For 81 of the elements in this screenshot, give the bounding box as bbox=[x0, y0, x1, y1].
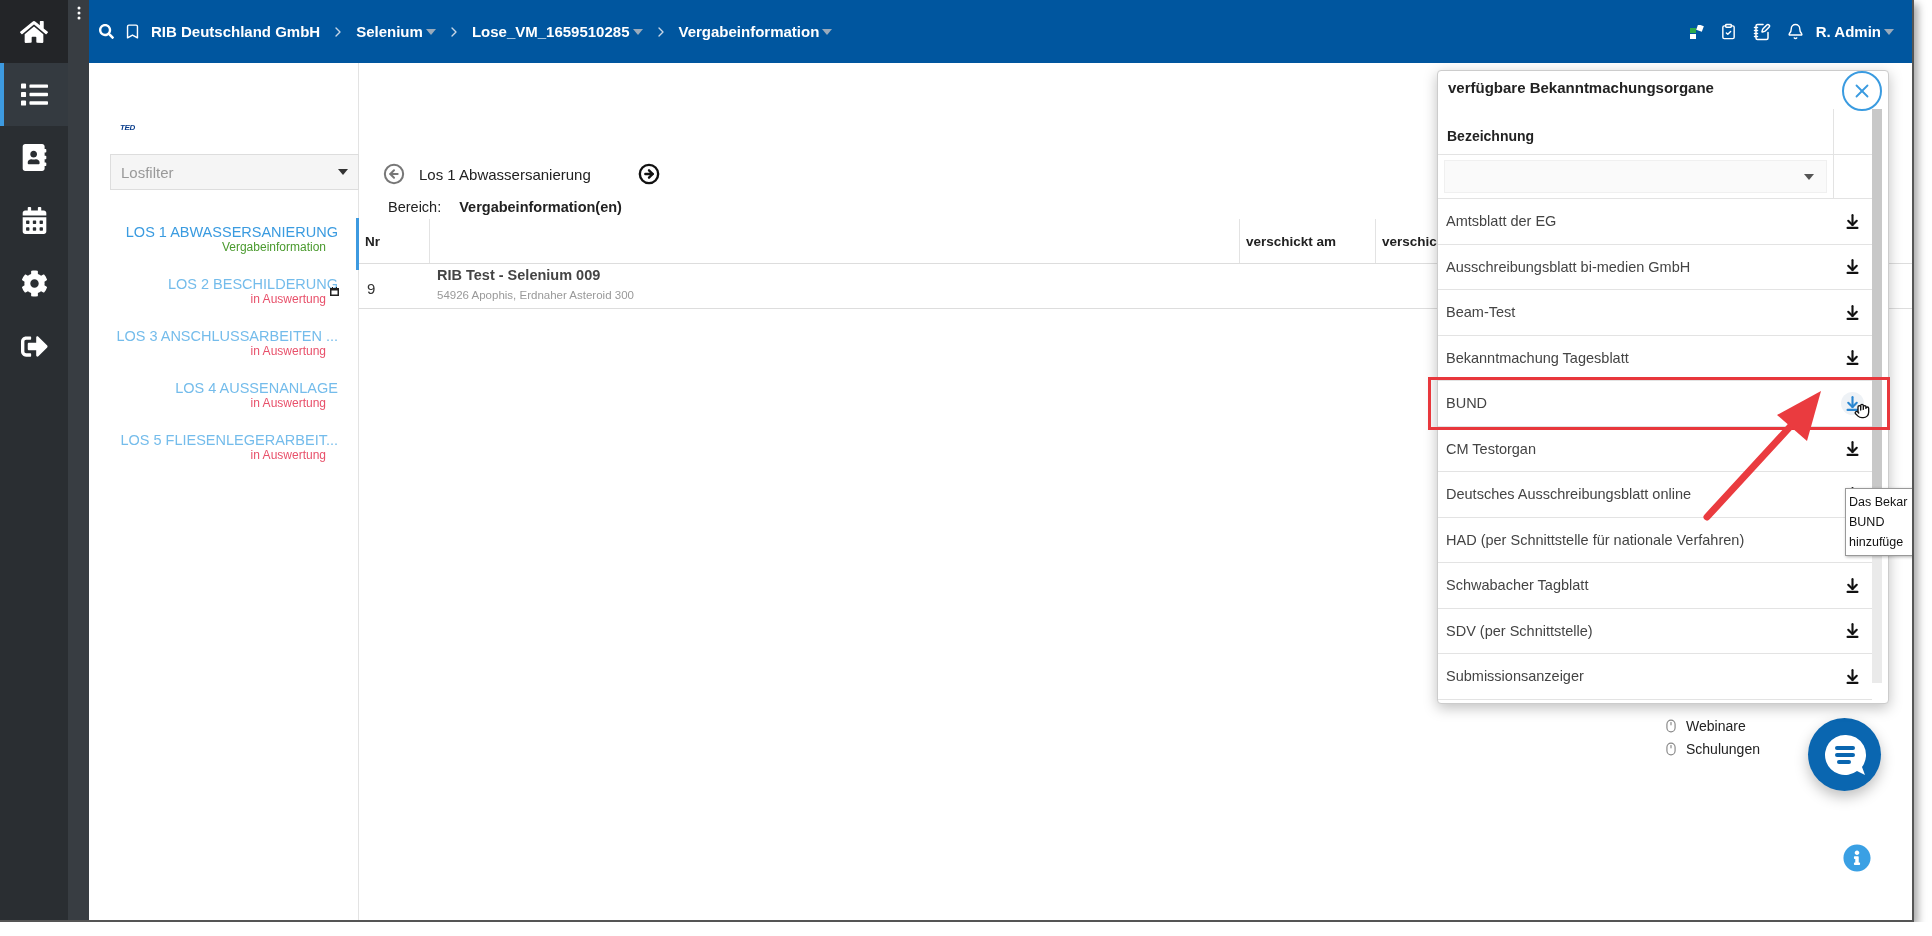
help-link[interactable]: Schulungen bbox=[1664, 741, 1760, 757]
list-item[interactable]: HAD (per Schnittstelle für nationale Verfahren) bbox=[1446, 531, 1745, 548]
help-link[interactable]: Webinare bbox=[1664, 718, 1760, 734]
list-item[interactable]: BUND bbox=[1446, 395, 1488, 412]
download-arrow-icon bbox=[1844, 258, 1861, 276]
dialog-title: verfügbare Bekanntmachungsorgane bbox=[1447, 78, 1714, 98]
download-arrow-icon bbox=[1844, 394, 1861, 412]
more-icon[interactable] bbox=[76, 6, 81, 20]
caret-icon bbox=[425, 28, 436, 35]
lot-status: Vergabeinformation bbox=[221, 240, 326, 254]
download-arrow-icon bbox=[1844, 303, 1861, 321]
breadcrumb-link[interactable]: RIB Deutschland GmbH bbox=[151, 23, 321, 40]
lot-item[interactable]: LOS 3 ANSCHLUSSARBEITEN ... in Auswertung bbox=[89, 322, 359, 374]
mouse-icon bbox=[1664, 742, 1678, 756]
bookmark-icon[interactable] bbox=[124, 23, 141, 40]
next-button[interactable] bbox=[638, 163, 660, 185]
info-icon bbox=[1843, 844, 1871, 872]
breadcrumb-link[interactable]: Selenium bbox=[356, 23, 436, 40]
tooltip: Das Bekar BUND hinzufüge bbox=[1845, 488, 1912, 556]
nav-button[interactable] bbox=[0, 63, 68, 126]
logo: TED bbox=[120, 123, 137, 132]
lot-item[interactable]: LOS 1 ABWASSERSANIERUNG Vergabeinformation bbox=[89, 218, 359, 270]
download-arrow-icon bbox=[1844, 440, 1861, 458]
download-arrow-icon bbox=[1844, 212, 1861, 230]
lot-status: in Auswertung bbox=[250, 396, 326, 410]
lot-item[interactable]: LOS 2 BESCHILDERUNG in Auswertung bbox=[89, 270, 359, 322]
caret-icon bbox=[1804, 173, 1814, 180]
row-title: RIB Test - Selenium 009 bbox=[437, 267, 601, 283]
download-arrow-icon bbox=[1844, 667, 1861, 685]
lot-status: in Auswertung bbox=[250, 292, 326, 306]
download-arrow-icon bbox=[1844, 576, 1861, 594]
download-arrow-icon bbox=[1844, 622, 1861, 640]
calendar-icon bbox=[20, 207, 48, 234]
column-header: verschic bbox=[1382, 233, 1437, 249]
list-item[interactable]: Ausschreibungsblatt bi-medien GmbH bbox=[1446, 258, 1691, 275]
user-menu[interactable]: R. Admin bbox=[1815, 23, 1894, 40]
lot-item[interactable]: LOS 4 AUSSENANLAGE in Auswertung bbox=[89, 374, 359, 426]
close-button[interactable] bbox=[1842, 71, 1882, 111]
scope-value: Vergabeinformation(en) bbox=[459, 199, 622, 215]
caret-icon bbox=[632, 28, 643, 35]
row-subtitle: 54926 Apophis, Erdnaher Asteroid 300 bbox=[437, 289, 634, 301]
list-item[interactable]: Beam-Test bbox=[1446, 304, 1516, 321]
column-header: Nr bbox=[365, 233, 380, 249]
previous-button[interactable] bbox=[383, 163, 405, 185]
breadcrumb-link[interactable]: Vergabeinformation bbox=[678, 23, 833, 40]
hand-cursor-icon bbox=[1854, 403, 1870, 419]
mouse-icon bbox=[1664, 719, 1678, 733]
list-item[interactable]: Bekanntmachung Tagesblatt bbox=[1446, 349, 1629, 366]
clipboard-check-icon[interactable] bbox=[1719, 23, 1737, 40]
list-item[interactable]: CM Testorgan bbox=[1446, 440, 1536, 457]
list-item[interactable]: Deutsches Ausschreibungsblatt online bbox=[1446, 486, 1692, 503]
lot-item[interactable]: LOS 5 FLIESENLEGERARBEIT... in Auswertung bbox=[89, 426, 359, 478]
table-cell-text: 9 bbox=[366, 279, 377, 299]
notebook-pen-icon[interactable] bbox=[1752, 22, 1771, 41]
logout-icon bbox=[20, 333, 48, 360]
chat-button[interactable] bbox=[1808, 718, 1881, 791]
info-button[interactable] bbox=[1843, 844, 1871, 872]
download-arrow-icon bbox=[1844, 349, 1861, 367]
arrow-left-circle-icon bbox=[383, 163, 405, 185]
nav-button[interactable] bbox=[0, 0, 68, 63]
contact-book-icon bbox=[20, 144, 48, 171]
list-icon bbox=[20, 81, 48, 108]
breadcrumb-link[interactable]: Lose_VM_1659510285 bbox=[471, 23, 643, 40]
caret-icon bbox=[338, 169, 348, 175]
list-item[interactable]: Amtsblatt der EG bbox=[1446, 213, 1557, 230]
caret-icon bbox=[1884, 28, 1894, 35]
caret-icon bbox=[822, 28, 833, 35]
tiles-icon[interactable] bbox=[1689, 24, 1704, 39]
lot-status: in Auswertung bbox=[250, 448, 326, 462]
list-item[interactable]: Schwabacher Tagblatt bbox=[1446, 577, 1589, 594]
arrow-right-circle-icon bbox=[638, 163, 660, 185]
column-header: verschickt am bbox=[1246, 233, 1337, 249]
lot-title: Los 1 Abwassersanierung bbox=[419, 165, 592, 183]
settings-icon bbox=[20, 270, 48, 297]
lot-status: in Auswertung bbox=[250, 344, 326, 358]
search-icon[interactable] bbox=[99, 24, 114, 39]
list-item[interactable]: Submissionsanzeiger bbox=[1446, 668, 1584, 685]
list-item[interactable]: SDV (per Schnittstelle) bbox=[1446, 622, 1593, 639]
scope-label: Bereich: bbox=[388, 199, 442, 215]
column-header: Bezeichnung bbox=[1438, 109, 1834, 154]
notification-bell-icon[interactable] bbox=[1786, 23, 1804, 40]
